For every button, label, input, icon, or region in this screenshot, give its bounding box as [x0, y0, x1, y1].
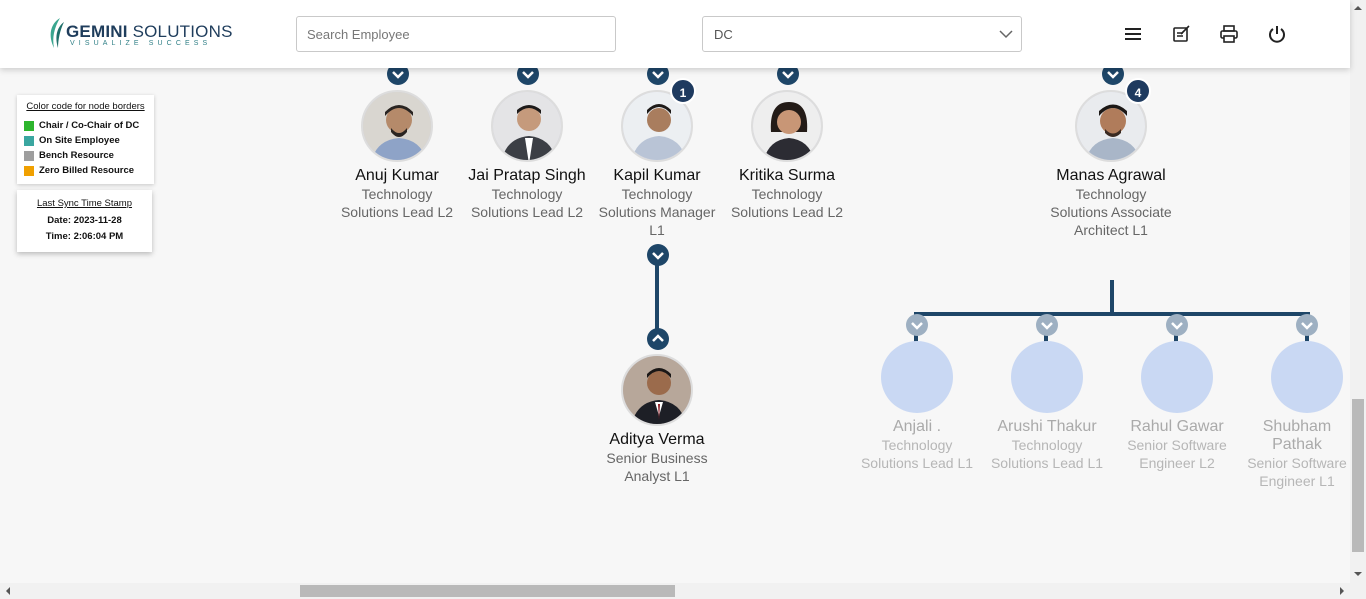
logo-tagline: VISUALIZE SUCCESS — [70, 40, 212, 47]
employee-name: Manas Agrawal — [1056, 167, 1166, 184]
expand-toggle[interactable] — [906, 314, 928, 336]
chevron-down-icon — [652, 71, 664, 79]
employee-node[interactable]: Arushi Thakur Technology Solutions Lead … — [982, 341, 1112, 472]
scrollbar-corner — [1350, 583, 1366, 599]
expand-toggle[interactable] — [777, 68, 799, 85]
expand-parent-toggle[interactable] — [647, 328, 669, 350]
chevron-down-icon — [392, 71, 404, 79]
expand-toggle[interactable] — [1036, 314, 1058, 336]
avatar-placeholder — [1271, 341, 1343, 413]
chevron-up-icon — [652, 334, 664, 342]
chevron-down-icon — [1041, 322, 1053, 330]
company-logo[interactable]: GEMINI SOLUTIONS VISUALIZE SUCCESS — [46, 16, 232, 52]
expand-toggle[interactable] — [387, 68, 409, 85]
expand-toggle[interactable] — [1296, 314, 1318, 336]
employee-name: Kapil Kumar — [613, 167, 701, 184]
employee-node[interactable]: Kapil Kumar Technology Solutions Manager… — [592, 90, 722, 239]
employee-title: Technology Solutions Associate Architect… — [1050, 186, 1172, 238]
avatar-placeholder — [1011, 341, 1083, 413]
employee-title: Technology Solutions Lead L2 — [730, 186, 844, 220]
expand-toggle[interactable] — [517, 68, 539, 85]
chevron-down-icon — [999, 30, 1013, 39]
top-header: GEMINI SOLUTIONS VISUALIZE SUCCESS DC — [0, 0, 1350, 68]
employee-node[interactable]: Jai Pratap Singh Technology Solutions Le… — [462, 90, 592, 221]
search-employee-input[interactable] — [296, 16, 616, 52]
employee-name: Kritika Surma — [738, 167, 836, 184]
print-icon[interactable] — [1219, 24, 1239, 44]
avatar — [621, 354, 693, 426]
employee-title: Technology Solutions Lead L2 — [340, 186, 454, 220]
employee-title: Technology Solutions Lead L1 — [990, 437, 1104, 471]
avatar — [361, 90, 433, 162]
chevron-down-icon — [1301, 322, 1313, 330]
connector-line — [1110, 280, 1114, 316]
employee-node[interactable]: Anuj Kumar Technology Solutions Lead L2 — [332, 90, 462, 221]
employee-name: Rahul Gawar — [1130, 418, 1224, 435]
report-count-badge: 1 — [670, 78, 696, 104]
employee-node[interactable]: Shubham Pathak Senior Software Engineer … — [1242, 341, 1350, 490]
employee-node[interactable]: Manas Agrawal Technology Solutions Assoc… — [1046, 90, 1176, 239]
chevron-down-icon — [1171, 322, 1183, 330]
employee-node[interactable]: Kritika Surma Technology Solutions Lead … — [722, 90, 852, 221]
employee-name: Shubham Pathak — [1262, 418, 1332, 453]
employee-name: Anuj Kumar — [355, 167, 439, 184]
expand-toggle[interactable] — [1102, 68, 1124, 85]
horizontal-scroll-thumb[interactable] — [300, 585, 675, 597]
expand-toggle[interactable] — [1166, 314, 1188, 336]
chevron-down-icon — [522, 71, 534, 79]
employee-title: Technology Solutions Manager L1 — [598, 186, 716, 238]
employee-title: Technology Solutions Lead L2 — [470, 186, 584, 220]
logo-name: GEMINI SOLUTIONS — [66, 22, 233, 41]
avatar — [491, 90, 563, 162]
chevron-down-icon — [652, 252, 664, 260]
vertical-scroll-thumb[interactable] — [1352, 399, 1364, 552]
chevron-down-icon — [1107, 71, 1119, 79]
collapse-toggle[interactable] — [647, 244, 669, 266]
employee-node[interactable]: Anjali . Technology Solutions Lead L1 — [852, 341, 982, 472]
scroll-up-icon[interactable] — [1350, 2, 1366, 14]
connector-line — [914, 312, 1310, 316]
department-select[interactable]: DC — [702, 16, 1022, 52]
menu-icon[interactable] — [1123, 24, 1143, 44]
scroll-right-icon[interactable] — [1336, 583, 1348, 599]
employee-name: Jai Pratap Singh — [468, 167, 586, 184]
department-select-value: DC — [714, 27, 733, 42]
employee-title: Senior Software Engineer L1 — [1247, 455, 1347, 489]
expand-toggle[interactable] — [647, 68, 669, 85]
employee-name: Arushi Thakur — [997, 418, 1097, 435]
chevron-down-icon — [911, 322, 923, 330]
employee-node[interactable]: Rahul Gawar Senior Software Engineer L2 — [1112, 341, 1242, 472]
scroll-down-icon[interactable] — [1350, 568, 1366, 580]
avatar-placeholder — [881, 341, 953, 413]
edit-notes-icon[interactable] — [1172, 24, 1192, 44]
org-chart[interactable]: Anuj Kumar Technology Solutions Lead L2 … — [0, 68, 1350, 583]
employee-title: Technology Solutions Lead L1 — [860, 437, 974, 471]
horizontal-scrollbar[interactable] — [0, 583, 1350, 599]
employee-name: Anjali . — [892, 418, 942, 435]
chevron-down-icon — [782, 71, 794, 79]
employee-title: Senior Software Engineer L2 — [1127, 437, 1227, 471]
employee-node[interactable]: Aditya Verma Senior Business Analyst L1 — [592, 354, 722, 485]
employee-name: Aditya Verma — [609, 431, 705, 448]
scroll-left-icon[interactable] — [2, 583, 14, 599]
report-count-badge: 4 — [1125, 78, 1151, 104]
power-icon[interactable] — [1267, 24, 1287, 44]
vertical-scrollbar[interactable] — [1350, 0, 1366, 583]
employee-title: Senior Business Analyst L1 — [606, 450, 708, 484]
avatar — [751, 90, 823, 162]
avatar-placeholder — [1141, 341, 1213, 413]
logo-leaf-icon — [50, 18, 64, 48]
connector-line — [655, 264, 659, 338]
